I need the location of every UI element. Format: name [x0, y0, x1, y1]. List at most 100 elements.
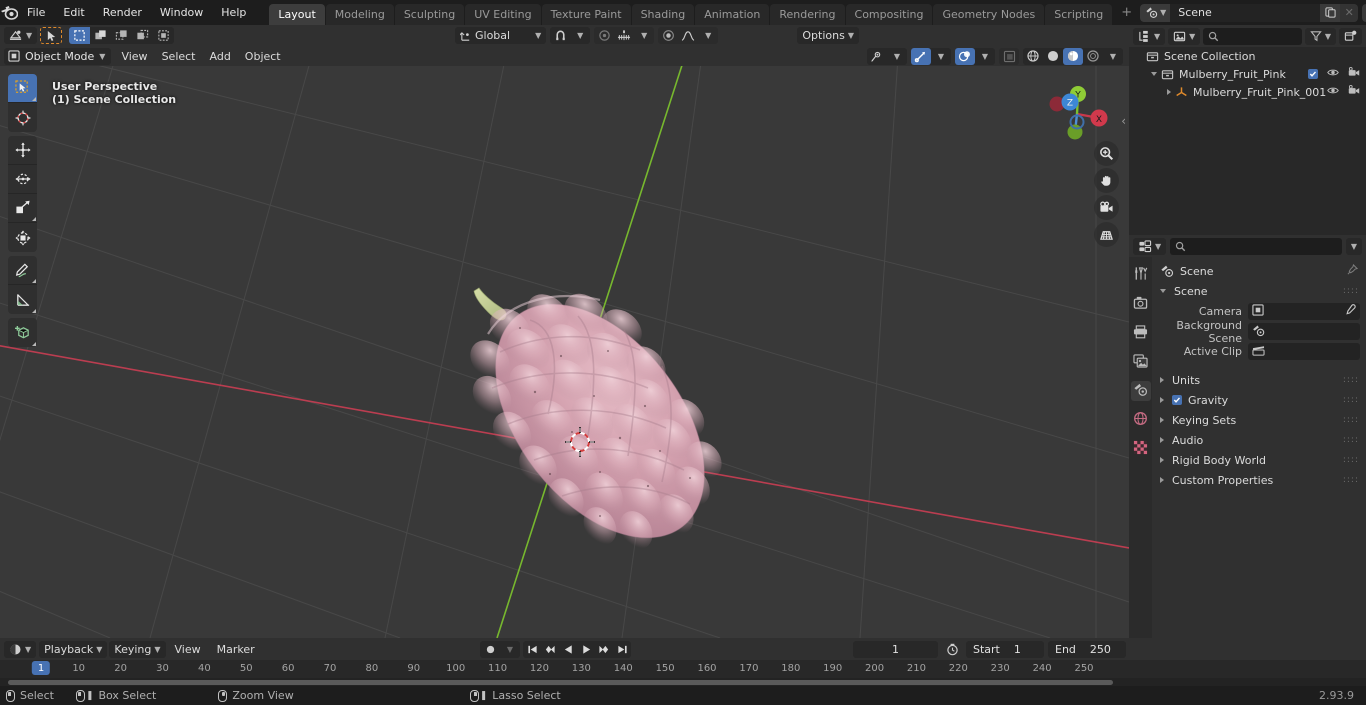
- hide-in-viewport-icon[interactable]: [1327, 85, 1339, 99]
- menu-render[interactable]: Render: [94, 4, 151, 21]
- timeline-scrollbar-thumb[interactable]: [8, 680, 1113, 685]
- auto-keying-record-icon[interactable]: [480, 641, 500, 658]
- current-frame-field[interactable]: 1: [853, 640, 938, 658]
- rotate-tool[interactable]: [8, 165, 37, 194]
- use-preview-range-icon[interactable]: [942, 641, 962, 658]
- viewport-menu-add[interactable]: Add: [203, 48, 238, 65]
- jump-next-keyframe-icon[interactable]: [595, 641, 613, 658]
- select-subtract-tool[interactable]: [111, 27, 132, 44]
- workspace-tab-uv-editing[interactable]: UV Editing: [465, 4, 541, 25]
- outliner-new-collection-button[interactable]: [1339, 27, 1362, 45]
- properties-panel-rigid-body-world[interactable]: Rigid Body World::::: [1152, 450, 1366, 470]
- panel-expand-icon[interactable]: [1160, 397, 1164, 403]
- chevron-down-icon[interactable]: ▼: [887, 48, 907, 65]
- menu-file[interactable]: File: [18, 4, 54, 21]
- options-dropdown[interactable]: Options ▼: [797, 27, 859, 44]
- workspace-tab-animation[interactable]: Animation: [695, 4, 770, 25]
- wireframe-shading-icon[interactable]: [1023, 48, 1043, 65]
- view-layer-selector[interactable]: ▼ View Layer ✕: [1362, 3, 1366, 22]
- outliner-row[interactable]: Scene Collection: [1129, 47, 1366, 65]
- menu-edit[interactable]: Edit: [54, 4, 93, 21]
- pan-hand-icon[interactable]: [1094, 168, 1119, 193]
- jump-to-start-icon[interactable]: [523, 641, 541, 658]
- timeline-menu-marker[interactable]: Marker: [210, 641, 262, 658]
- properties-panel-scene[interactable]: Scene::::: [1152, 281, 1366, 301]
- editor-type-button[interactable]: ▼: [4, 27, 38, 44]
- show-gizmo-icon[interactable]: [911, 47, 931, 65]
- workspace-tab-rendering[interactable]: Rendering: [770, 4, 845, 25]
- snap-magnet-icon[interactable]: [550, 27, 570, 44]
- render-tab[interactable]: [1131, 294, 1151, 314]
- panel-drag-grip[interactable]: ::::: [1343, 456, 1359, 465]
- add-workspace-button[interactable]: +: [1113, 2, 1140, 23]
- timeline-editor-type-button[interactable]: ▼: [4, 640, 37, 658]
- material-preview-shading-icon[interactable]: [1063, 47, 1083, 65]
- zoom-icon[interactable]: [1094, 141, 1119, 166]
- cursor-tool[interactable]: [8, 103, 37, 132]
- tool-expand-corner[interactable]: [32, 97, 36, 101]
- chevron-down-icon[interactable]: ▼: [698, 27, 718, 44]
- scene-name[interactable]: Scene: [1170, 3, 1321, 22]
- panel-drag-grip[interactable]: ::::: [1343, 436, 1359, 445]
- disable-in-renders-icon[interactable]: [1348, 85, 1360, 99]
- active-tool-button[interactable]: [40, 27, 63, 44]
- scale-tool[interactable]: [8, 194, 37, 223]
- scene-icon[interactable]: ▼: [1140, 3, 1171, 22]
- workspace-tab-layout[interactable]: Layout: [269, 4, 325, 25]
- object-visibility-icon[interactable]: [867, 48, 887, 65]
- menu-help[interactable]: Help: [212, 4, 255, 21]
- transform-tool[interactable]: [8, 223, 37, 252]
- proportional-falloff-icon[interactable]: [614, 27, 634, 44]
- workspace-tab-scripting[interactable]: Scripting: [1045, 4, 1113, 25]
- add-cube-tool[interactable]: [8, 318, 37, 347]
- tool-tab[interactable]: [1131, 265, 1151, 285]
- panel-collapse-icon[interactable]: [1160, 289, 1166, 293]
- sidebar-toggle-arrow-icon[interactable]: ‹: [1121, 114, 1126, 128]
- annotate-tool[interactable]: [8, 256, 37, 285]
- output-tab[interactable]: [1131, 323, 1151, 343]
- hide-in-viewport-icon[interactable]: [1327, 67, 1339, 81]
- expand-triangle-icon[interactable]: [1167, 89, 1171, 95]
- solid-shading-icon[interactable]: [1043, 48, 1063, 65]
- timeline-menu-view[interactable]: View: [168, 641, 208, 658]
- world-tab[interactable]: [1131, 410, 1151, 430]
- outliner-filter-button[interactable]: ▼: [1304, 27, 1336, 45]
- panel-expand-icon[interactable]: [1160, 477, 1164, 483]
- view-layer-icon[interactable]: ▼: [1362, 3, 1366, 22]
- tool-expand-corner[interactable]: [32, 279, 36, 283]
- measure-tool[interactable]: [8, 285, 37, 314]
- interaction-mode-dropdown[interactable]: Object Mode ▼: [4, 47, 112, 65]
- properties-panel-custom-properties[interactable]: Custom Properties::::: [1152, 470, 1366, 490]
- tool-expand-corner[interactable]: [32, 342, 36, 346]
- property-field[interactable]: [1248, 343, 1360, 360]
- play-icon[interactable]: [577, 641, 595, 658]
- workspace-tab-sculpting[interactable]: Sculpting: [394, 4, 465, 25]
- tool-expand-corner[interactable]: [32, 309, 36, 313]
- proportional-sphere-icon[interactable]: [658, 27, 678, 44]
- property-field[interactable]: [1248, 303, 1360, 320]
- panel-drag-grip[interactable]: ::::: [1343, 376, 1359, 385]
- select-box-tool[interactable]: [69, 27, 91, 44]
- workspace-tab-texture-paint[interactable]: Texture Paint: [541, 4, 631, 25]
- show-overlays-icon[interactable]: [955, 47, 975, 65]
- panel-expand-icon[interactable]: [1160, 457, 1164, 463]
- properties-panel-audio[interactable]: Audio::::: [1152, 430, 1366, 450]
- camera-view-icon[interactable]: [1094, 195, 1119, 220]
- properties-panel-units[interactable]: Units::::: [1152, 370, 1366, 390]
- panel-expand-icon[interactable]: [1160, 437, 1164, 443]
- 3d-viewport[interactable]: User Perspective (1) Scene Collection X …: [0, 66, 1129, 638]
- panel-drag-grip[interactable]: ::::: [1343, 416, 1359, 425]
- rendered-shading-icon[interactable]: [1083, 48, 1103, 65]
- viewport-menu-select[interactable]: Select: [155, 48, 203, 65]
- outliner-row[interactable]: Mulberry_Fruit_Pink: [1129, 65, 1366, 83]
- outliner-editor-type-button[interactable]: ▼: [1133, 27, 1166, 45]
- timeline-scrollbar-track[interactable]: [0, 678, 1366, 686]
- timeline-menu-playback[interactable]: Playback ▼: [39, 640, 108, 658]
- properties-search-input[interactable]: [1170, 237, 1342, 255]
- snap-dropdown[interactable]: ▼: [570, 27, 590, 44]
- texture-tab[interactable]: [1131, 439, 1151, 459]
- tweak-tool[interactable]: [8, 74, 37, 103]
- outliner-search-input[interactable]: [1203, 27, 1302, 45]
- blender-logo-icon[interactable]: [0, 0, 18, 25]
- select-extend-tool[interactable]: [90, 27, 111, 44]
